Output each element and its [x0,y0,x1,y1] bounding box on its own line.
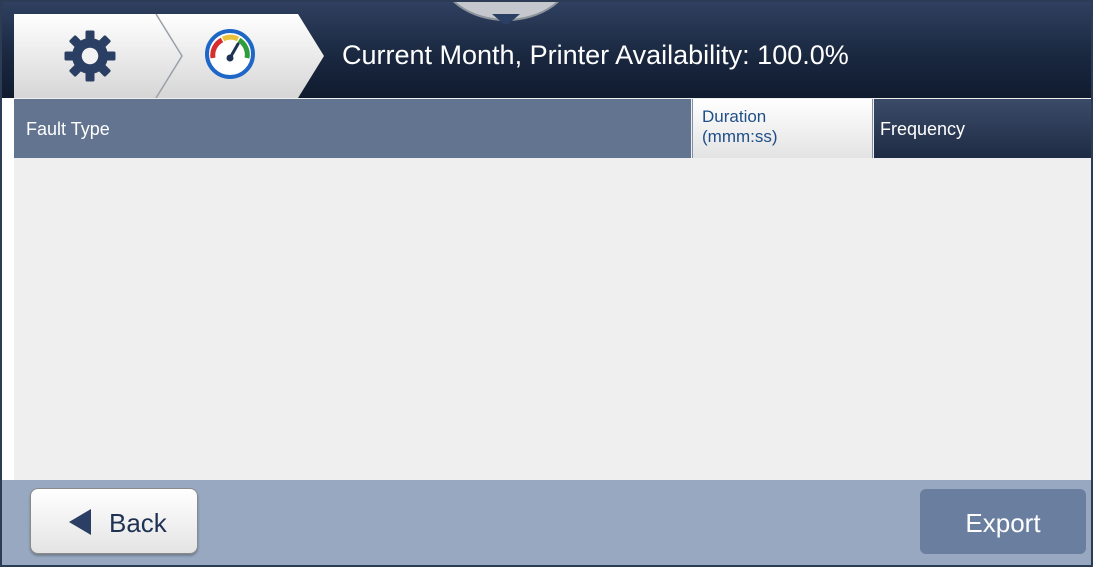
table-header: Fault Type Duration (mmm:ss) Frequency [14,99,1091,158]
left-border [2,98,14,480]
gear-icon [64,30,116,82]
fault-table-body [14,158,1091,480]
column-header-duration-unit: (mmm:ss) [702,127,778,146]
column-header-frequency-label: Frequency [880,119,966,139]
footer-bar: Back Export [2,480,1091,565]
pulldown-menu-handle[interactable] [432,0,580,24]
export-button[interactable]: Export [920,489,1086,554]
column-header-duration[interactable]: Duration (mmm:ss) [692,99,873,158]
back-button-label: Back [109,508,167,538]
export-button-label: Export [965,508,1041,538]
gauge-icon [205,29,255,79]
column-header-fault-type-label: Fault Type [26,119,110,139]
column-header-fault-type[interactable]: Fault Type [14,99,691,158]
column-header-frequency[interactable]: Frequency [874,99,1091,158]
column-header-duration-label: Duration [702,107,767,126]
breadcrumb-availability[interactable] [156,14,312,98]
back-button[interactable]: Back [30,488,198,554]
back-arrow-icon [69,509,91,535]
breadcrumb-settings[interactable] [14,14,174,98]
page-title: Current Month, Printer Availability: 100… [342,40,849,70]
app-frame: Current Month, Printer Availability: 100… [0,0,1093,567]
